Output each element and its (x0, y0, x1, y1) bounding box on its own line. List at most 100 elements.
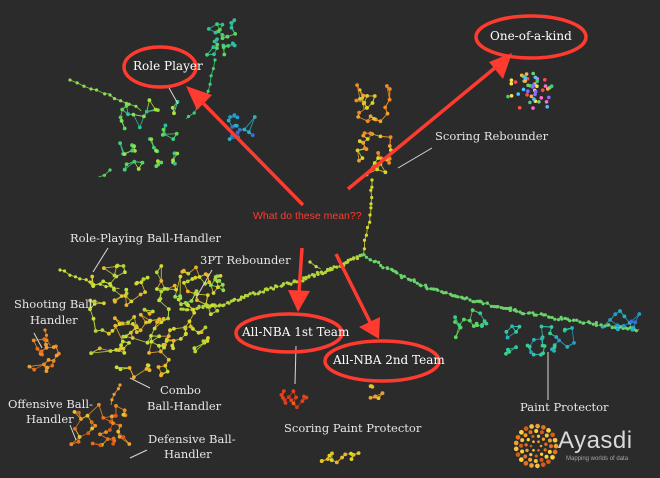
network-node (235, 115, 240, 120)
network-node (533, 75, 538, 80)
network-node (365, 119, 370, 124)
network-node (150, 309, 155, 314)
network-node (75, 81, 79, 85)
network-node (108, 428, 112, 432)
network-node (301, 279, 305, 283)
network-node (310, 273, 315, 277)
network-node (191, 307, 196, 312)
network-node (289, 398, 294, 403)
network-node (124, 287, 129, 292)
network-node (618, 309, 622, 313)
network-node (527, 311, 532, 315)
network-node (594, 321, 599, 325)
network-node (129, 299, 134, 304)
annotation-question: What do these mean?? (253, 210, 362, 222)
network-node (242, 127, 247, 132)
network-node (159, 289, 164, 294)
network-node (630, 327, 635, 332)
network-node (123, 270, 127, 275)
network-node (124, 162, 129, 167)
network-node (148, 318, 153, 323)
network-node (157, 334, 162, 339)
network-node (537, 100, 541, 104)
network-node (104, 285, 108, 289)
network-node (521, 87, 526, 92)
network-node (158, 349, 163, 354)
network-node (101, 279, 106, 284)
network-node (159, 372, 164, 376)
network-node (517, 324, 522, 329)
network-node (385, 111, 390, 116)
network-node (229, 21, 234, 25)
network-node (173, 294, 178, 299)
network-node (532, 97, 536, 101)
network-node (361, 141, 366, 145)
network-node (152, 145, 156, 150)
network-node (256, 292, 260, 296)
network-node (105, 437, 110, 441)
network-node (545, 105, 549, 109)
network-node (143, 290, 148, 294)
network-node (215, 46, 219, 50)
leader-line-combo (129, 377, 151, 389)
network-node (203, 325, 208, 330)
network-node (45, 365, 50, 370)
network-node (340, 455, 344, 460)
network-node (462, 317, 466, 322)
network-node (485, 301, 489, 305)
network-node (122, 152, 127, 157)
label-combo-line1: Combo (160, 383, 201, 397)
network-node (165, 337, 169, 342)
network-node (211, 67, 215, 71)
network-node (183, 332, 188, 337)
network-node (325, 457, 330, 461)
label-role-playing-ball-handler: Role-Playing Ball-Handler (70, 231, 222, 245)
brand-tagline: Mapping worlds of data (566, 456, 629, 462)
network-node (215, 22, 219, 26)
network-node (42, 362, 46, 367)
network-node (149, 137, 154, 142)
label-defensive-line1: Defensive Ball- (148, 432, 236, 446)
network-node (274, 284, 278, 288)
network-node (88, 280, 92, 284)
network-node (227, 137, 232, 142)
network-node (526, 83, 530, 88)
network-edge (114, 325, 124, 342)
network-node (124, 101, 128, 105)
network-node (196, 330, 201, 335)
network-node (335, 265, 339, 269)
network-node (113, 323, 118, 328)
network-node (89, 420, 94, 424)
network-node (108, 93, 112, 97)
network-node (504, 329, 509, 334)
network-node (360, 96, 364, 100)
network-node (149, 339, 154, 344)
network-node (510, 324, 514, 329)
network-node (368, 384, 373, 388)
network-node (82, 84, 86, 88)
network-node (118, 367, 123, 372)
network-node (124, 303, 129, 307)
network-node (51, 359, 56, 363)
network-node (114, 365, 119, 370)
network-node (112, 392, 116, 396)
network-node (165, 369, 170, 374)
network-node (107, 331, 111, 336)
network-node (140, 160, 145, 165)
network-node (127, 341, 131, 345)
network-node (292, 280, 296, 284)
network-node (109, 284, 113, 288)
network-node (118, 423, 123, 428)
network-node (504, 351, 508, 356)
network-node (372, 116, 376, 121)
network-node (534, 313, 538, 317)
network-node (114, 264, 119, 269)
network-node (364, 233, 368, 237)
network-node (468, 298, 472, 302)
network-node (204, 302, 208, 307)
network-node (138, 328, 143, 333)
network-node (220, 22, 225, 27)
network-node (385, 84, 389, 88)
network-node (563, 327, 567, 332)
network-node (51, 345, 56, 349)
